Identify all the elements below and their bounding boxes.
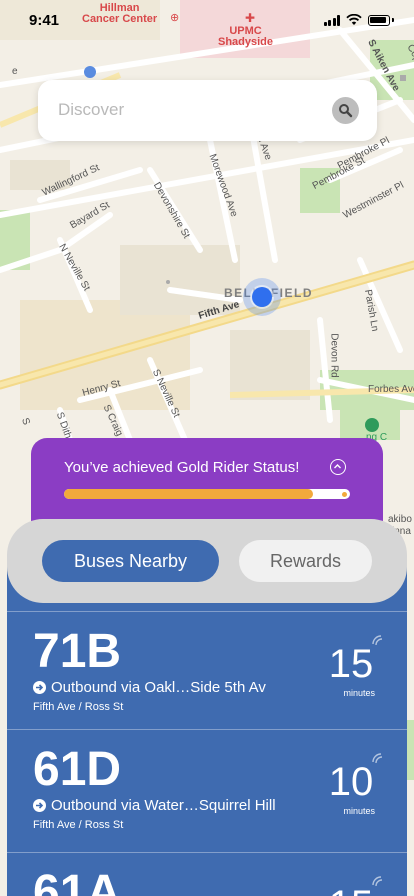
- tab-buses-nearby[interactable]: Buses Nearby: [42, 540, 219, 582]
- battery-icon: [368, 14, 390, 26]
- rewards-progress-bar: [64, 489, 350, 499]
- route-row[interactable]: 61A 15: [7, 852, 407, 896]
- eta-unit: minutes: [343, 688, 375, 698]
- eta-unit: minutes: [343, 806, 375, 816]
- route-row[interactable]: 71B Outbound via Oakl…Side 5th Av Fifth …: [7, 611, 407, 729]
- route-row[interactable]: 61D Outbound via Water…Squirrel Hill Fif…: [7, 729, 407, 847]
- route-stop: Fifth Ave / Ross St: [33, 701, 124, 713]
- street-label: e: [12, 66, 18, 77]
- current-location-dot[interactable]: [252, 287, 272, 307]
- status-icons: [323, 14, 394, 26]
- route-direction-text: Outbound via Water…Squirrel Hill: [51, 797, 276, 814]
- progress-goal-marker: [342, 492, 347, 497]
- gold-status-text: You’ve achieved Gold Rider Status!: [64, 459, 300, 476]
- status-time: 9:41: [29, 12, 60, 29]
- segment-control: Buses Nearby Rewards: [7, 519, 407, 603]
- search-icon: [339, 104, 353, 118]
- street-label: Devon Rd: [328, 333, 340, 378]
- route-direction-text: Outbound via Oakl…Side 5th Av: [51, 679, 266, 696]
- route-number: 71B: [33, 625, 122, 678]
- arrow-right-icon: [33, 799, 46, 812]
- eta-minutes: 15: [321, 883, 381, 896]
- tab-rewards[interactable]: Rewards: [239, 540, 372, 582]
- battery-cap: [392, 18, 394, 22]
- route-direction: Outbound via Water…Squirrel Hill: [33, 797, 276, 814]
- status-bar: 9:41: [0, 0, 414, 44]
- route-number: 61A: [33, 866, 122, 896]
- route-stop: Fifth Ave / Ross St: [33, 819, 124, 831]
- route-number: 61D: [33, 743, 122, 796]
- eta-minutes: 10: [328, 760, 374, 804]
- search-bar: [38, 80, 377, 141]
- search-input[interactable]: [58, 100, 318, 120]
- cellular-signal-icon: [323, 14, 340, 26]
- rewards-progress-fill: [64, 489, 313, 499]
- arrow-right-icon: [33, 681, 46, 694]
- street-label: Forbes Ave: [368, 384, 414, 395]
- chevron-up-icon[interactable]: [330, 459, 346, 475]
- eta-minutes: 15: [328, 642, 374, 686]
- wifi-icon: [346, 14, 362, 25]
- search-button[interactable]: [332, 97, 359, 124]
- route-direction: Outbound via Oakl…Side 5th Av: [33, 679, 266, 696]
- poi-label: akibo: [388, 514, 412, 525]
